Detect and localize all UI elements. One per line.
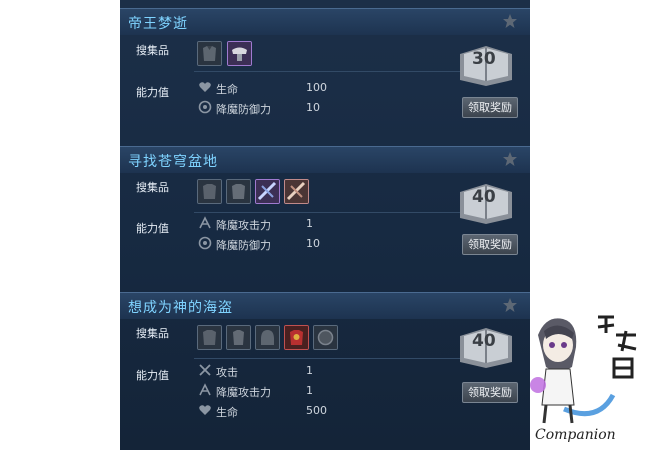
section-header: 寻找苍穹盆地: [120, 146, 530, 173]
stat-value: 1: [306, 384, 313, 397]
collect-item-red-armor[interactable]: [284, 325, 309, 350]
armor-icon: [227, 180, 250, 203]
reward-count: 40: [472, 187, 496, 207]
section-title: 帝王梦逝: [128, 16, 188, 32]
stat-name: 生命: [216, 83, 238, 96]
logo-glyphs: [597, 315, 637, 379]
collect-item-crossbow[interactable]: [255, 179, 280, 204]
favorite-star-icon[interactable]: [502, 151, 518, 167]
collection-section: 寻找苍穹盆地 搜集品 能力值 降魔攻击力 1 降魔防御力 10 40 领取奖励: [120, 146, 530, 282]
divider: [194, 212, 460, 213]
claim-reward-button[interactable]: 领取奖励: [462, 382, 518, 403]
collect-item-armor[interactable]: [226, 179, 251, 204]
heart-icon: [199, 405, 211, 415]
collect-label: 搜集品: [136, 327, 169, 340]
section-title: 寻找苍穹盆地: [128, 154, 218, 170]
armor-icon: [198, 42, 221, 65]
stat-name: 降魔攻击力: [216, 386, 271, 399]
helmet-icon: [228, 42, 251, 65]
shield-icon: [198, 236, 212, 250]
collect-item-crossbow[interactable]: [284, 179, 309, 204]
red-armor-icon: [285, 326, 308, 349]
stats-label: 能力值: [136, 86, 169, 99]
stat-value: 500: [306, 404, 327, 417]
watermark-caption: Companion: [535, 427, 616, 443]
stat-value: 1: [306, 217, 313, 230]
stat-name: 降魔攻击力: [216, 219, 271, 232]
collect-item-helmet[interactable]: [227, 41, 252, 66]
section-title: 想成为神的海盗: [128, 300, 233, 316]
collection-panel: 帝王梦逝 搜集品 能力值 生命 100 降魔防御力 10 30 领取奖励 寻找苍…: [120, 0, 530, 450]
claim-reward-button[interactable]: 领取奖励: [462, 97, 518, 118]
divider: [194, 71, 460, 72]
collect-item-armor[interactable]: [197, 179, 222, 204]
stats-label: 能力值: [136, 222, 169, 235]
chibi-character: [530, 318, 616, 424]
favorite-star-icon[interactable]: [502, 13, 518, 29]
armor-icon: [227, 326, 250, 349]
collect-label: 搜集品: [136, 181, 169, 194]
collect-item-armor[interactable]: [197, 325, 222, 350]
claim-reward-button[interactable]: 领取奖励: [462, 234, 518, 255]
heart-icon: [199, 82, 211, 92]
crossbow-icon: [285, 180, 308, 203]
demon-attack-icon: [199, 216, 211, 229]
swords-icon: [199, 364, 211, 376]
collection-section: 想成为神的海盗 搜集品 能力值 攻击 1 降魔攻击力 1 生命 500 40 领…: [120, 292, 530, 450]
stat-value: 100: [306, 81, 327, 94]
reward-count: 30: [472, 49, 496, 69]
collect-item-armor[interactable]: [226, 325, 251, 350]
collect-item-shield[interactable]: [313, 325, 338, 350]
reward-count: 40: [472, 331, 496, 351]
stat-name: 降魔防御力: [216, 239, 271, 252]
stats-label: 能力值: [136, 369, 169, 382]
shield-icon: [198, 100, 212, 114]
crossbow-icon: [256, 180, 279, 203]
favorite-star-icon[interactable]: [502, 297, 518, 313]
stat-name: 攻击: [216, 366, 238, 379]
collection-section: 帝王梦逝 搜集品 能力值 生命 100 降魔防御力 10 30 领取奖励: [120, 8, 530, 136]
helmet-icon: [256, 326, 279, 349]
collect-item-armor[interactable]: [197, 41, 222, 66]
stat-name: 生命: [216, 406, 238, 419]
demon-attack-icon: [199, 383, 211, 396]
divider: [194, 358, 460, 359]
stat-value: 1: [306, 364, 313, 377]
collect-label: 搜集品: [136, 44, 169, 57]
section-header: 帝王梦逝: [120, 8, 530, 35]
shield-icon: [314, 326, 337, 349]
armor-icon: [198, 180, 221, 203]
armor-icon: [198, 326, 221, 349]
section-header: 想成为神的海盗: [120, 292, 530, 319]
stat-value: 10: [306, 237, 320, 250]
collect-item-helmet[interactable]: [255, 325, 280, 350]
stat-value: 10: [306, 101, 320, 114]
stat-name: 降魔防御力: [216, 103, 271, 116]
